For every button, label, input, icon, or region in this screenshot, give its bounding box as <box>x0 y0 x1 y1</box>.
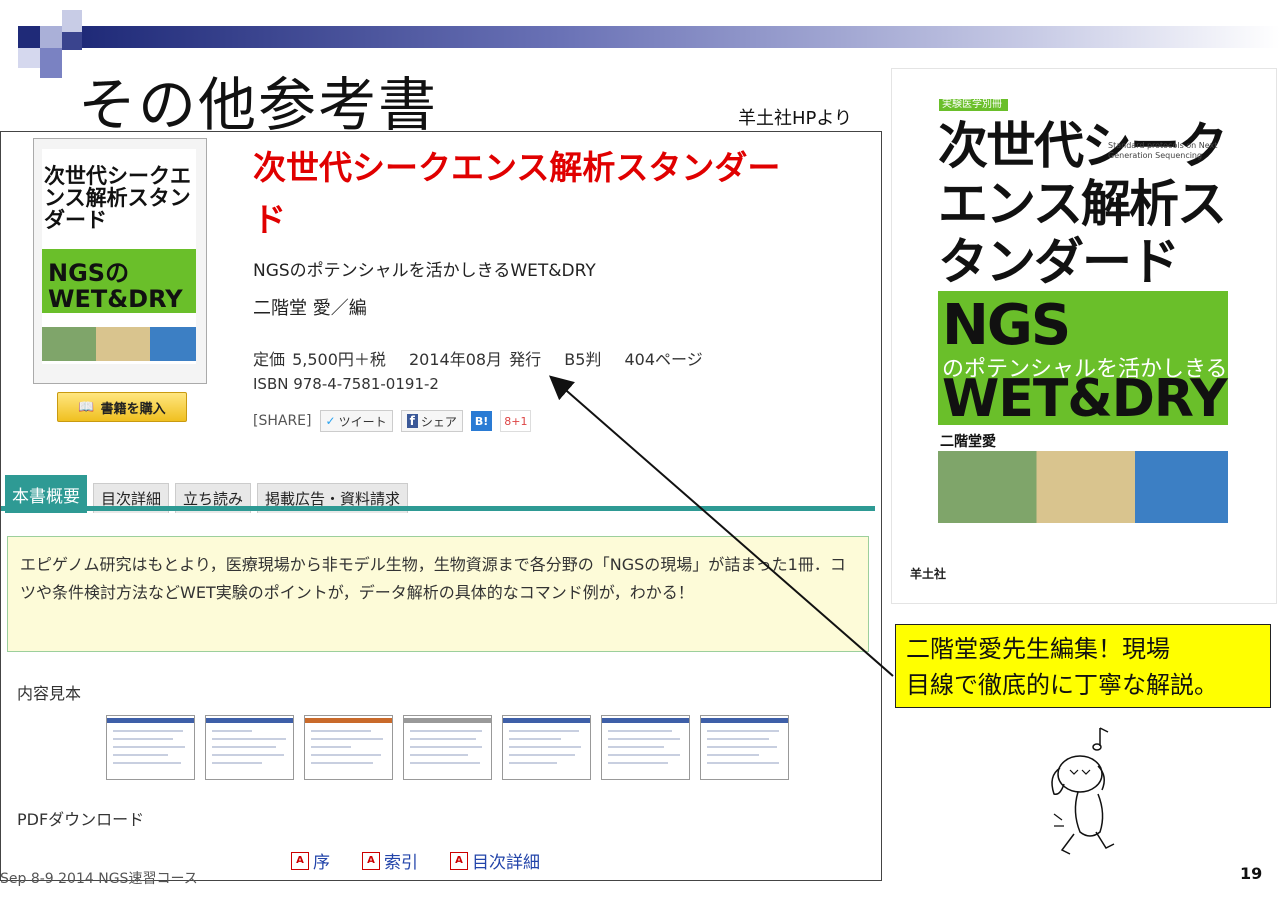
pdf-link-preface[interactable]: A 序 <box>291 848 330 873</box>
tweet-button[interactable]: ✓ ツイート <box>319 410 393 432</box>
share-bar: [SHARE] ✓ ツイート f シェア B! 8+1 <box>253 410 532 432</box>
book-cover-large: 実験医学別冊 次世代シークエンス解析スタンダード Standard protoc… <box>891 68 1277 604</box>
sample-label: 内容見本 <box>17 684 82 703</box>
cover-english-title: Standard protocols on Next Generation Se… <box>1108 141 1218 160</box>
cover-art: 次世代シークエンス解析スタンダード NGSの WET&DRY <box>42 149 196 364</box>
isbn: ISBN 978-4-7581-0191-2 <box>253 375 439 393</box>
share-label: [SHARE] <box>253 413 312 429</box>
book-web-page: 次世代シークエンス解析スタンダード NGSの WET&DRY 📖 書籍を購入 次… <box>0 131 882 881</box>
cover-title: 次世代シークエンス解析スタンダード <box>44 164 191 232</box>
sample-thumbnail[interactable] <box>601 715 690 780</box>
hatena-bookmark-button[interactable]: B! <box>470 411 493 431</box>
cover-wetdry: WET&DRY <box>48 285 183 313</box>
book-editor: 二階堂 愛／編 <box>253 298 367 319</box>
cover-photos <box>42 327 196 361</box>
header-decoration <box>40 26 62 48</box>
pdf-links: A 序 A 索引 A 目次詳細 <box>291 848 540 873</box>
cover-band: 実験医学別冊 <box>939 99 1008 111</box>
cover-ngs: NGS <box>942 293 1071 358</box>
pdf-icon: A <box>450 851 468 870</box>
callout-line-2: 目線で徹底的に丁寧な解説。 <box>906 671 1218 699</box>
sample-thumbnail[interactable] <box>304 715 393 780</box>
footer-text: Sep 8-9 2014 NGS速習コース <box>0 871 198 887</box>
buy-book-button[interactable]: 📖 書籍を購入 <box>57 392 187 422</box>
book-subtitle: NGSのポテンシャルを活かしきるWET&DRY <box>253 261 596 281</box>
cover-publisher: 羊土社 <box>910 567 947 581</box>
tab-underline <box>1 506 875 511</box>
sample-thumbnails <box>106 715 789 780</box>
callout-line-1: 二階堂愛先生編集！現場 <box>906 635 1170 663</box>
cover-author: 二階堂愛 <box>940 434 996 450</box>
callout-text: 二階堂愛先生編集！現場 目線で徹底的に丁寧な解説。 <box>906 631 1218 703</box>
cover-photos <box>938 451 1228 523</box>
slide-title: その他参考書 <box>78 71 439 139</box>
header-decoration <box>18 48 40 68</box>
price-info: 定価 5,500円＋税 2014年08月 発行 B5判 404ページ <box>253 350 703 369</box>
slide-number: 19 <box>1240 864 1263 883</box>
google-plus-button[interactable]: 8+1 <box>500 410 532 432</box>
pdf-link-label: 序 <box>313 853 330 873</box>
sample-thumbnail[interactable] <box>403 715 492 780</box>
sample-thumbnail[interactable] <box>700 715 789 780</box>
facebook-icon: f <box>406 414 418 428</box>
sample-thumbnail[interactable] <box>205 715 294 780</box>
header-decoration <box>18 26 40 48</box>
pdf-icon: A <box>362 851 380 870</box>
cover-ngs: NGSの <box>48 259 130 287</box>
summary-box: エピゲノム研究はもとより，医療現場から非モデル生物，生物資源まで各分野の「NGS… <box>7 536 869 652</box>
facebook-share-button[interactable]: f シェア <box>400 410 463 432</box>
pdf-link-index[interactable]: A 索引 <box>362 848 418 873</box>
header-decoration <box>62 32 82 50</box>
source-note: 羊土社HPより <box>738 108 853 129</box>
book-icon: 📖 <box>78 399 95 415</box>
tweet-label: ツイート <box>338 414 387 429</box>
pdf-link-contents[interactable]: A 目次詳細 <box>450 848 540 873</box>
cover-wetdry: WET&DRY <box>942 369 1228 429</box>
book-cover-thumbnail[interactable]: 次世代シークエンス解析スタンダード NGSの WET&DRY <box>33 138 207 384</box>
summary-text: エピゲノム研究はもとより，医療現場から非モデル生物，生物資源まで各分野の「NGS… <box>20 555 846 602</box>
pdf-link-label: 索引 <box>384 853 418 873</box>
pdf-icon: A <box>291 851 309 870</box>
sample-thumbnail[interactable] <box>502 715 591 780</box>
sample-thumbnail[interactable] <box>106 715 195 780</box>
header-decoration <box>62 10 82 32</box>
pdf-link-label: 目次詳細 <box>472 853 540 873</box>
callout-box: 二階堂愛先生編集！現場 目線で徹底的に丁寧な解説。 <box>895 624 1271 708</box>
buy-book-label: 書籍を購入 <box>100 401 166 417</box>
twitter-icon: ✓ <box>325 414 336 428</box>
header-bar <box>82 26 1280 48</box>
pdf-download-label: PDFダウンロード <box>17 810 145 829</box>
dog-doodle-icon <box>1051 727 1115 855</box>
fb-share-label: シェア <box>420 414 457 429</box>
book-title: 次世代シークエンス解析スタンダード <box>253 148 781 239</box>
header-decoration <box>40 48 62 78</box>
